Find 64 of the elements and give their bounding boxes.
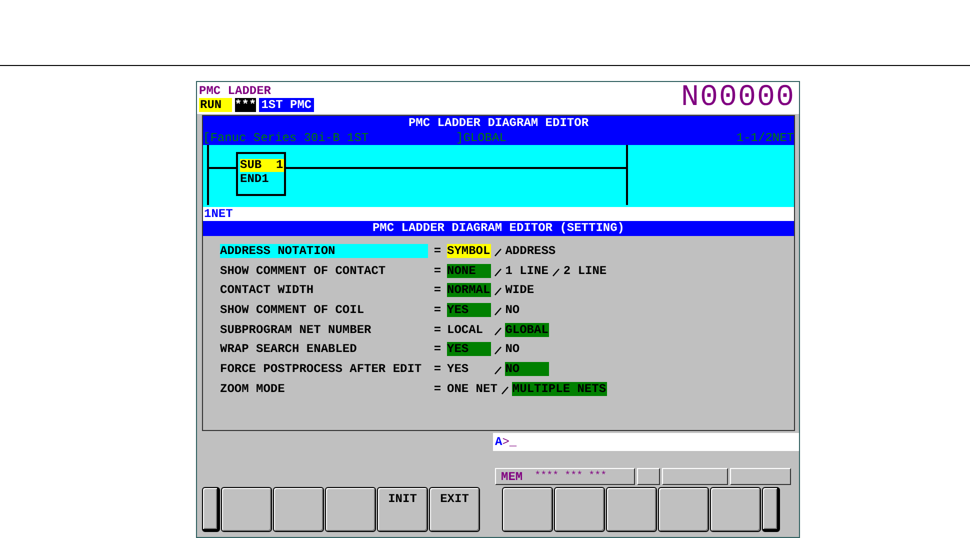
soft-key[interactable] bbox=[606, 487, 657, 532]
equals-sign: = bbox=[432, 382, 442, 396]
equals-sign: = bbox=[432, 264, 442, 278]
run-mode: MEM bbox=[501, 470, 523, 484]
status-cell bbox=[662, 468, 728, 485]
status-cell bbox=[730, 468, 791, 485]
settings-title: PMC LADDER DIAGRAM EDITOR (SETTING) bbox=[203, 221, 794, 236]
soft-key[interactable] bbox=[221, 487, 272, 532]
setting-option[interactable]: MULTIPLE NETS bbox=[512, 382, 608, 396]
status-text: **** *** *** bbox=[534, 471, 607, 482]
soft-key[interactable] bbox=[762, 487, 780, 532]
net-count: 1-1/2NET bbox=[736, 131, 794, 145]
setting-option[interactable]: NO bbox=[505, 362, 550, 376]
equals-sign: = bbox=[432, 322, 442, 337]
pmc-indicator: 1ST PMC bbox=[259, 98, 314, 112]
setting-label[interactable]: ADDRESS NOTATION bbox=[220, 244, 428, 258]
soft-key[interactable] bbox=[325, 487, 376, 532]
equals-sign: = bbox=[432, 283, 442, 298]
function-block[interactable]: SUB 1 END1 bbox=[236, 152, 286, 196]
soft-key[interactable] bbox=[554, 487, 605, 532]
setting-label[interactable]: WRAP SEARCH ENABLED bbox=[220, 342, 428, 356]
setting-label[interactable]: SUBPROGRAM NET NUMBER bbox=[220, 322, 428, 337]
status-cell bbox=[636, 468, 660, 485]
setting-option[interactable]: 1 LINE bbox=[505, 264, 550, 278]
setting-option[interactable]: GLOBAL bbox=[505, 322, 550, 337]
setting-option[interactable]: NORMAL bbox=[447, 283, 492, 298]
soft-key[interactable]: EXIT bbox=[429, 487, 480, 532]
soft-key[interactable] bbox=[273, 487, 324, 532]
soft-key[interactable] bbox=[202, 487, 220, 532]
alarm-indicator: *** bbox=[234, 98, 256, 112]
function-label: SUB 1 bbox=[240, 159, 284, 172]
setting-label[interactable]: SHOW COMMENT OF CONTACT bbox=[220, 264, 428, 278]
setting-option[interactable]: ADDRESS bbox=[505, 244, 557, 258]
equals-sign: = bbox=[432, 362, 442, 376]
net-label: 1NET bbox=[203, 207, 794, 221]
soft-key[interactable]: INIT bbox=[377, 487, 428, 532]
equals-sign: = bbox=[432, 244, 442, 258]
setting-option[interactable]: YES bbox=[447, 362, 492, 376]
function-name: END1 bbox=[240, 172, 270, 186]
equals-sign: = bbox=[432, 342, 442, 356]
setting-option[interactable]: LOCAL bbox=[447, 322, 492, 337]
setting-label[interactable]: SHOW COMMENT OF COIL bbox=[220, 302, 428, 317]
setting-option[interactable]: YES bbox=[447, 302, 492, 317]
program-info: [Fanuc Series 30i-B 1ST bbox=[203, 131, 370, 145]
setting-option[interactable]: SYMBOL bbox=[447, 244, 492, 258]
soft-key[interactable] bbox=[710, 487, 761, 532]
setting-label[interactable]: ZOOM MODE bbox=[220, 382, 428, 396]
soft-key[interactable] bbox=[502, 487, 553, 532]
setting-label[interactable]: CONTACT WIDTH bbox=[220, 283, 428, 298]
setting-option[interactable]: NO bbox=[505, 342, 550, 356]
setting-option[interactable]: ONE NET bbox=[447, 382, 498, 396]
setting-option[interactable]: NO bbox=[505, 302, 550, 317]
soft-key[interactable] bbox=[658, 487, 709, 532]
screen-title: PMC LADDER bbox=[199, 84, 272, 98]
setting-option[interactable]: 2 LINE bbox=[563, 264, 608, 278]
editor-title: PMC LADDER DIAGRAM EDITOR bbox=[203, 116, 794, 131]
setting-option[interactable]: WIDE bbox=[505, 283, 550, 298]
mode-indicator: RUN bbox=[199, 98, 232, 112]
scope-info: ]GLOBAL bbox=[456, 131, 508, 145]
setting-label[interactable]: FORCE POSTPROCESS AFTER EDIT bbox=[220, 362, 428, 376]
setting-option[interactable]: NONE bbox=[447, 264, 492, 278]
setting-option[interactable]: YES bbox=[447, 342, 492, 356]
equals-sign: = bbox=[432, 302, 442, 317]
program-number: N00000 bbox=[680, 82, 795, 114]
